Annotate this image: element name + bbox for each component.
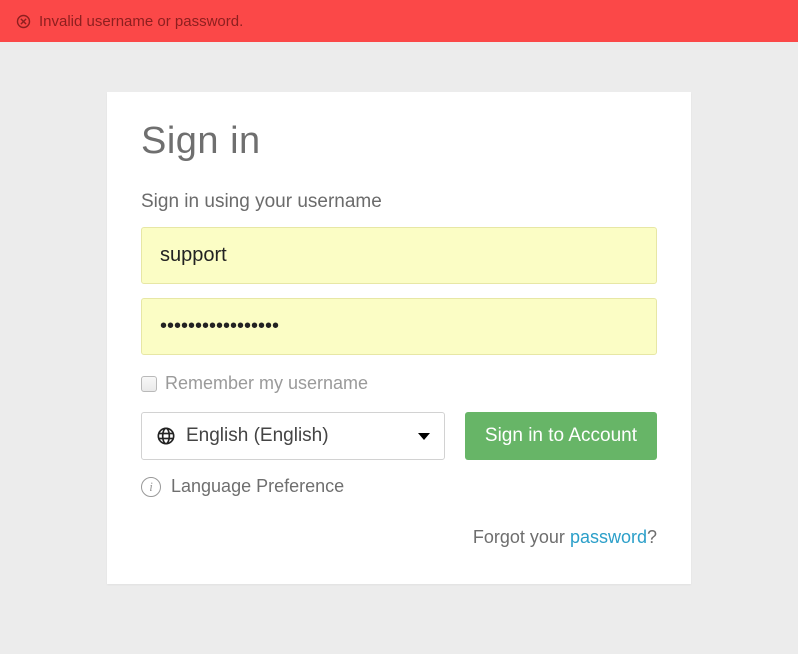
remember-checkbox[interactable] <box>141 376 157 392</box>
language-selected-label: English (English) <box>186 425 329 447</box>
page-title: Sign in <box>141 120 657 163</box>
language-preference-row: i Language Preference <box>141 476 657 497</box>
language-preference-label: Language Preference <box>171 476 344 497</box>
forgot-password-row: Forgot your password? <box>141 527 657 548</box>
info-icon: i <box>141 477 161 497</box>
error-icon <box>16 14 31 29</box>
signin-button[interactable]: Sign in to Account <box>465 412 657 460</box>
error-banner: Invalid username or password. <box>0 0 798 42</box>
username-input[interactable] <box>141 227 657 284</box>
language-signin-row: English (English) Sign in to Account <box>141 412 657 460</box>
error-message: Invalid username or password. <box>39 13 243 30</box>
language-select[interactable]: English (English) <box>141 412 445 460</box>
remember-label: Remember my username <box>165 373 368 394</box>
password-input[interactable] <box>141 298 657 355</box>
forgot-suffix: ? <box>647 527 657 547</box>
forgot-password-link[interactable]: password <box>570 527 647 547</box>
chevron-down-icon <box>418 433 430 440</box>
forgot-prefix: Forgot your <box>473 527 570 547</box>
globe-icon <box>156 426 176 446</box>
signin-subtitle: Sign in using your username <box>141 191 657 213</box>
remember-row: Remember my username <box>141 373 657 394</box>
signin-card: Sign in Sign in using your username Reme… <box>107 92 691 584</box>
